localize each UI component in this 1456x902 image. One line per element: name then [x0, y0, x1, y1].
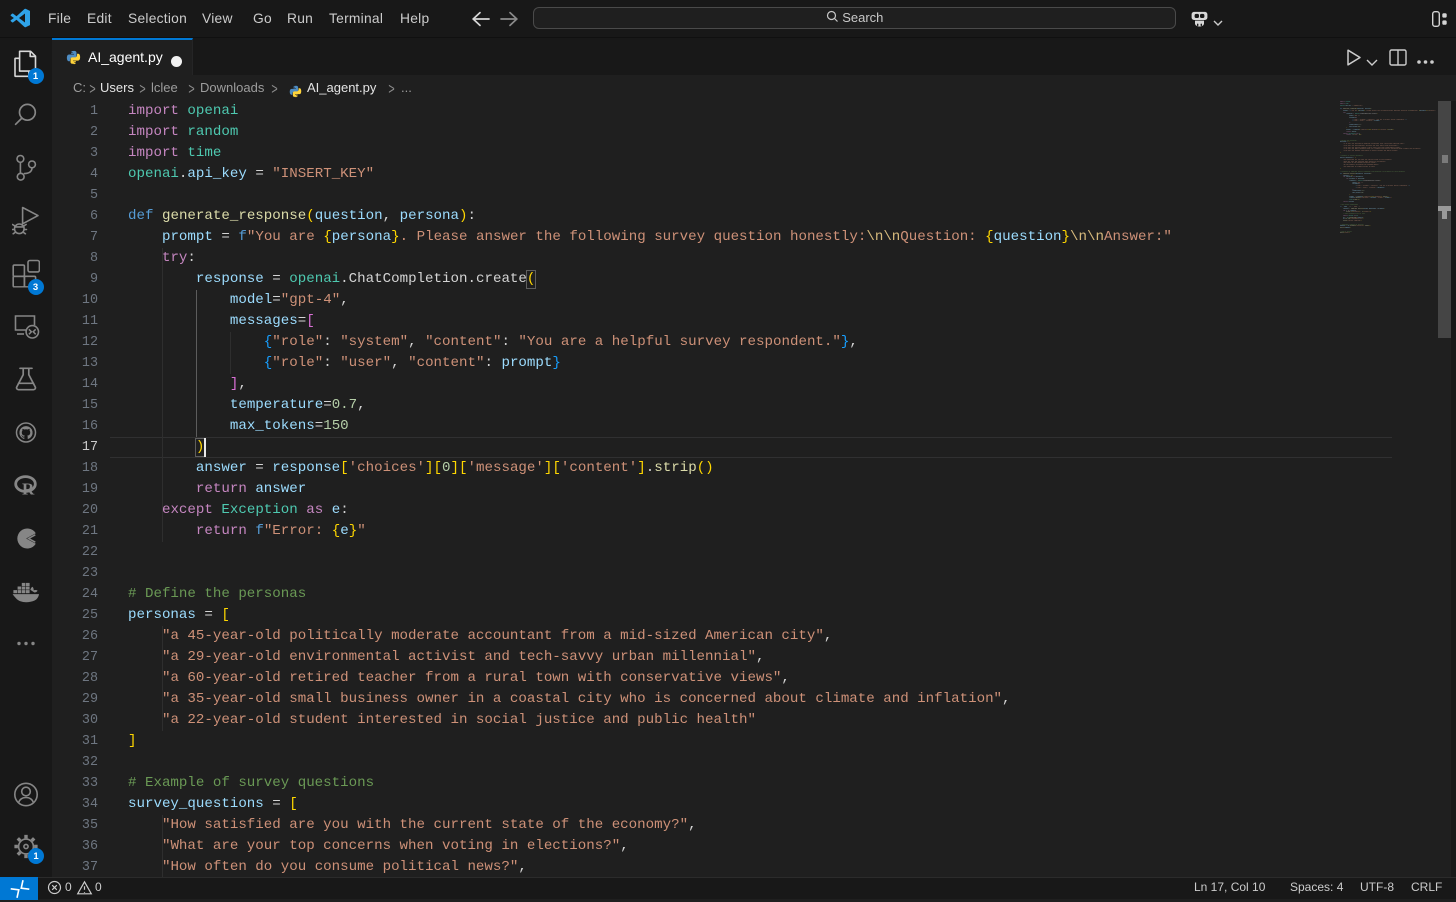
svg-text:R: R — [22, 480, 35, 499]
